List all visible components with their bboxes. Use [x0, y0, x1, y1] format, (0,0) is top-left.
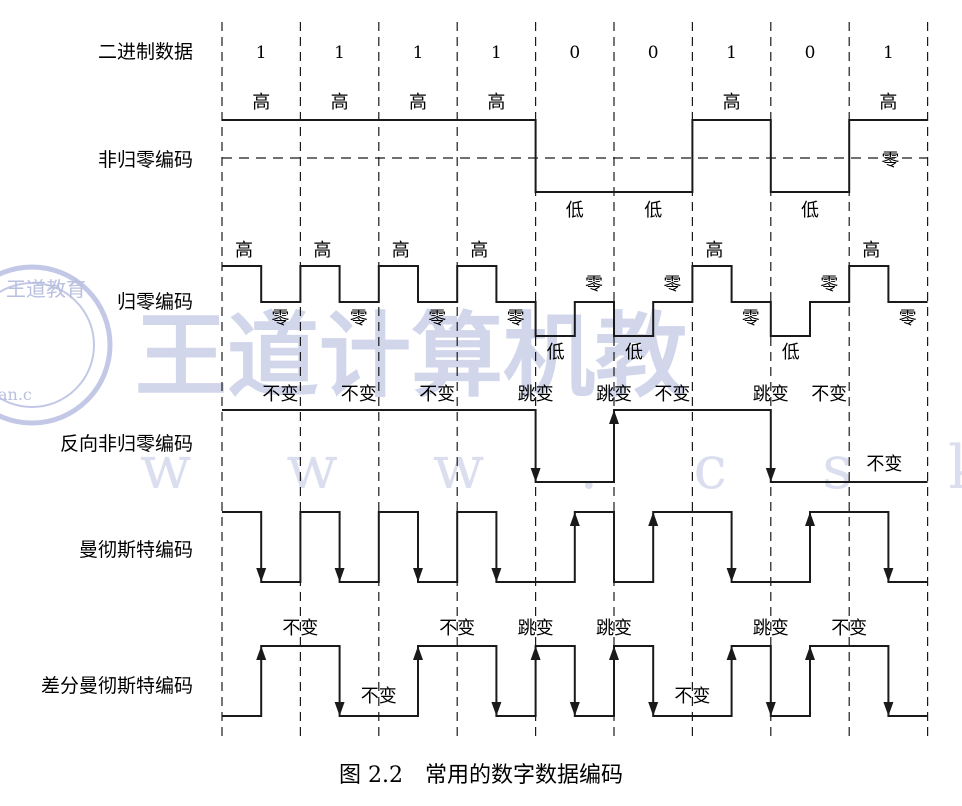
nrz-waveform — [222, 119, 928, 193]
rz-high-label: 高 — [392, 240, 410, 261]
nrz-high-label: 高 — [409, 92, 427, 113]
bit-value: 0 — [648, 43, 659, 63]
row-label-diff-manchester: 差分曼彻斯特编码 — [41, 675, 193, 697]
bit-value: 1 — [726, 43, 737, 63]
diff-transition-label: 跳变 — [753, 618, 789, 639]
row-label-manchester: 曼彻斯特编码 — [79, 539, 193, 561]
bit-value: 1 — [883, 43, 894, 63]
nrz-low-label: 低 — [801, 200, 819, 221]
row-label-nrzi: 反向非归零编码 — [60, 433, 193, 455]
nrzi-no-change-label: 不变 — [341, 384, 377, 405]
bit-value: 1 — [491, 43, 502, 63]
watermark-seal-rim: an.c — [0, 385, 32, 404]
rz-high-label: 高 — [705, 240, 723, 261]
rz-high-label: 高 — [470, 240, 488, 261]
rz-zero-label: 零 — [820, 274, 838, 295]
rz-high-label: 高 — [313, 240, 331, 261]
bit-value: 1 — [334, 43, 345, 63]
bit-value: 1 — [413, 43, 424, 63]
rz-low-label: 低 — [547, 342, 565, 363]
rz-low-label: 低 — [625, 342, 643, 363]
row-label-nrz: 非归零编码 — [98, 149, 193, 171]
nrzi-no-change-label: 不变 — [811, 384, 847, 405]
nrzi-no-change-label: 不变 — [866, 454, 902, 475]
rz-high-label: 高 — [235, 240, 253, 261]
manchester-waveform — [222, 511, 928, 583]
diff-no-change-label: 不变 — [674, 686, 710, 707]
nrzi-no-change-label: 不变 — [262, 384, 298, 405]
bit-values: 1 1 1 1 0 0 1 0 1 — [256, 43, 894, 63]
nrzi-transition-label: 跳变 — [518, 384, 554, 405]
nrz-high-label: 高 — [331, 92, 349, 113]
rz-zero-label: 零 — [899, 308, 917, 329]
nrz-low-label: 低 — [566, 200, 584, 221]
bit-value: 1 — [256, 43, 267, 63]
rz-zero-label: 零 — [428, 308, 446, 329]
rz-zero-label: 零 — [350, 308, 368, 329]
diff-manchester-waveform — [222, 645, 928, 717]
nrzi-transition-label: 跳变 — [753, 384, 789, 405]
encoding-diagram: 王道教育 an.c 王道计算机教 w w w . c s k a o y a n… — [0, 22, 962, 788]
nrz-low-label: 低 — [644, 200, 662, 221]
nrzi-transition-label: 跳变 — [596, 384, 632, 405]
diff-no-change-label: 不变 — [831, 618, 867, 639]
rz-zero-label: 零 — [507, 308, 525, 329]
nrz-high-label: 高 — [879, 92, 897, 113]
rz-zero-label: 零 — [585, 274, 603, 295]
diff-no-change-label: 不变 — [361, 686, 397, 707]
rz-zero-label: 零 — [271, 308, 289, 329]
rz-low-label: 低 — [782, 342, 800, 363]
diff-no-change-label: 不变 — [439, 618, 475, 639]
diff-no-change-label: 不变 — [282, 618, 318, 639]
rz-zero-label: 零 — [742, 308, 760, 329]
figure-caption: 图 2.2 常用的数字数据编码 — [339, 763, 623, 788]
row-label-rz: 归零编码 — [117, 291, 193, 313]
diff-transition-label: 跳变 — [518, 618, 554, 639]
diff-transition-label: 跳变 — [596, 618, 632, 639]
nrz-high-label: 高 — [487, 92, 505, 113]
row-label-binary: 二进制数据 — [98, 41, 193, 63]
rz-zero-label: 零 — [663, 274, 681, 295]
nrzi-no-change-label: 不变 — [419, 384, 455, 405]
watermark-seal-text: 王道教育 — [6, 277, 86, 301]
rz-high-label: 高 — [862, 240, 880, 261]
bit-value: 0 — [805, 43, 816, 63]
nrzi-no-change-label: 不变 — [654, 384, 690, 405]
nrz-zero-label: 零 — [881, 150, 899, 171]
nrz-high-label: 高 — [723, 92, 741, 113]
bit-value: 0 — [569, 43, 580, 63]
watermark-url: w w w . c s k a o y a n . c — [140, 433, 962, 503]
nrz-high-label: 高 — [252, 92, 270, 113]
